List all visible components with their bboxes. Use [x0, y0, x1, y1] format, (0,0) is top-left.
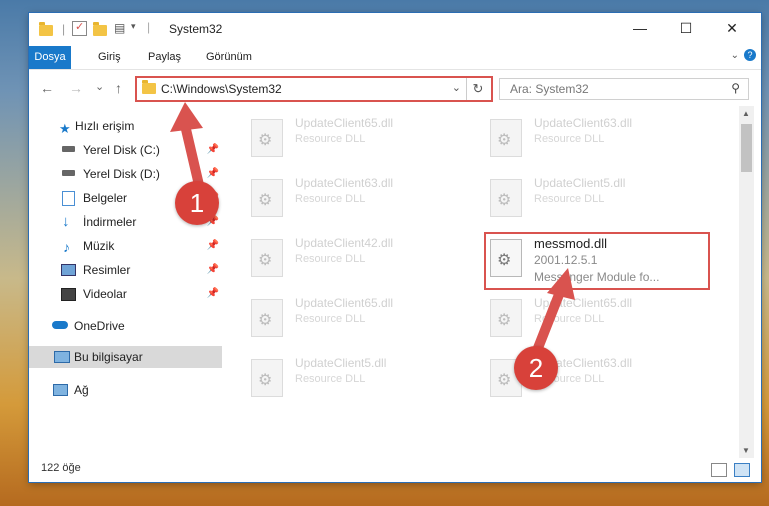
step-badge-2: 2 [514, 346, 558, 390]
arrow-1 [180, 120, 204, 190]
step-badge-1: 1 [175, 181, 219, 225]
arrow-2 [533, 287, 565, 353]
arrow-1-head [170, 102, 203, 132]
annotation-arrows [170, 102, 575, 353]
arrow-2-head [547, 268, 575, 300]
